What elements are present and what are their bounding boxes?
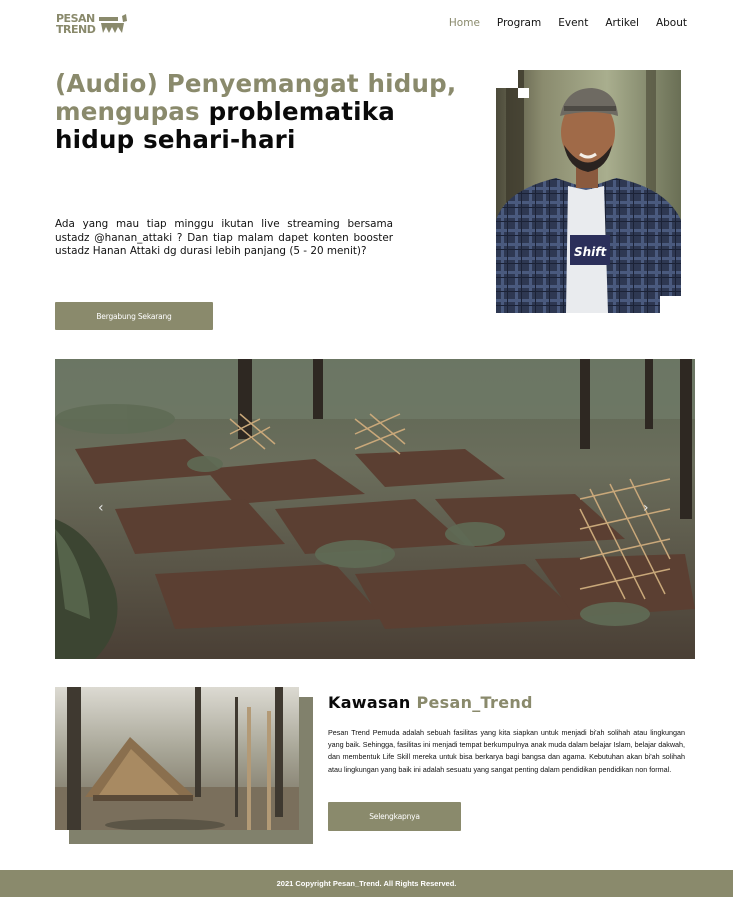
nav-artikel-link[interactable]: Artikel (605, 17, 639, 29)
portrait-illustration: Shift (496, 70, 681, 313)
read-more-button[interactable]: Selengkapnya (328, 802, 461, 831)
carousel-prev-icon[interactable]: ‹ (98, 500, 104, 516)
nav-home-link[interactable]: Home (449, 17, 480, 29)
logo-mark-icon (99, 14, 128, 33)
navbar: PESAN TREND Home Program Event Artikel A… (0, 0, 733, 48)
hut-photo (55, 687, 299, 830)
about-title: Kawasan Pesan_Trend (328, 693, 533, 712)
hero-portrait-image: Shift (496, 70, 681, 313)
nav-about-link[interactable]: About (656, 17, 687, 29)
copyright-text: 2021 Copyright Pesan_Trend. All Rights R… (276, 879, 457, 888)
nav-program-link[interactable]: Program (497, 17, 541, 29)
about-hut-image (55, 687, 299, 830)
brand-logo[interactable]: PESAN TREND (56, 10, 134, 38)
garden-photo (55, 359, 695, 659)
hero-description: Ada yang mau tiap minggu ikutan live str… (55, 218, 393, 257)
carousel-next-icon[interactable]: › (643, 500, 649, 516)
svg-text:Shift: Shift (574, 245, 608, 259)
main-menu: Home Program Event Artikel About (432, 17, 687, 29)
hero-title: (Audio) Penyemangat hidup, mengupas prob… (55, 70, 465, 154)
logo-wordmark: PESAN TREND (56, 12, 96, 36)
join-now-button[interactable]: Bergabung Sekarang (55, 302, 213, 330)
hero-banner-carousel[interactable] (55, 359, 695, 659)
nav-event-link[interactable]: Event (558, 17, 588, 29)
about-description: Pesan Trend Pemuda adalah sebuah fasilit… (328, 728, 685, 774)
footer: 2021 Copyright Pesan_Trend. All Rights R… (0, 870, 733, 897)
